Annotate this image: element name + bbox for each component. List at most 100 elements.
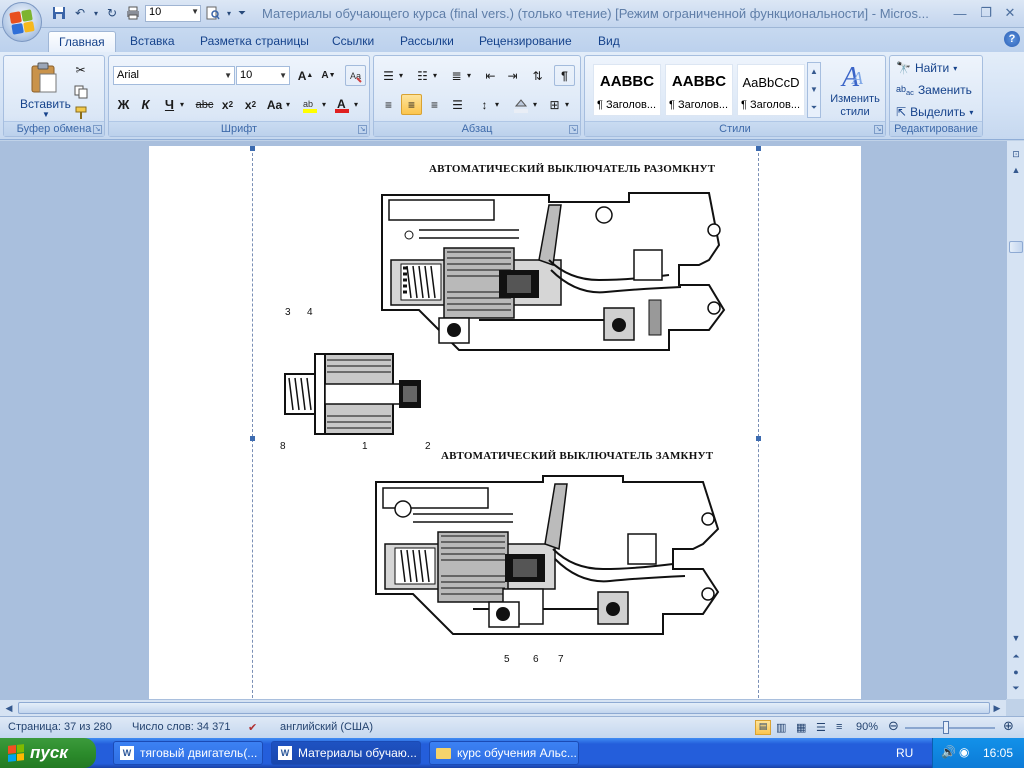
change-case-dropdown-icon[interactable]: ▾ xyxy=(283,94,293,115)
start-button[interactable]: пуск xyxy=(0,738,96,768)
scroll-up-icon[interactable]: ▲ xyxy=(1009,163,1023,177)
taskbar-item-word-2[interactable]: W Материалы обучаю... xyxy=(271,741,421,765)
draft-icon[interactable]: ≡ xyxy=(836,721,842,733)
select-button[interactable]: ⇱ Выделить ▾ xyxy=(896,103,973,121)
minimize-icon[interactable]: — xyxy=(948,4,972,22)
align-left-icon[interactable]: ≡ xyxy=(378,94,399,115)
help-icon[interactable]: ? xyxy=(1004,31,1020,47)
previous-page-icon[interactable]: ⏶ xyxy=(1009,649,1023,663)
bold-icon[interactable]: Ж xyxy=(113,94,134,115)
print-preview-icon[interactable] xyxy=(204,4,222,22)
redo-icon[interactable]: ↻ xyxy=(103,4,121,22)
document-page[interactable]: АВТОМАТИЧЕСКИЙ ВЫКЛЮЧАТЕЛЬ РАЗОМКНУТ 3 4… xyxy=(149,146,861,699)
tab-references[interactable]: Ссылки xyxy=(322,31,384,52)
restore-icon[interactable]: ❐ xyxy=(974,4,998,22)
customize-qat-icon[interactable]: ⏷ xyxy=(236,4,248,22)
zoom-out-icon[interactable]: ⊖ xyxy=(888,718,899,734)
save-icon[interactable] xyxy=(50,4,68,22)
vertical-scroll-thumb[interactable] xyxy=(1009,241,1023,253)
horizontal-scrollbar[interactable]: ◀ ▶ xyxy=(0,699,1006,716)
italic-icon[interactable]: К xyxy=(135,94,156,115)
style-heading-1[interactable]: AABBC ¶ Заголов... xyxy=(593,64,661,116)
replace-button[interactable]: abac Заменить xyxy=(896,81,972,99)
zoom-slider[interactable] xyxy=(905,727,995,729)
font-launcher-icon[interactable]: ↘ xyxy=(358,125,367,134)
highlight-dropdown-icon[interactable]: ▾ xyxy=(319,94,329,115)
language-bar[interactable]: RU xyxy=(896,746,913,760)
select-browse-object-icon[interactable]: ● xyxy=(1009,665,1023,679)
shrink-font-icon[interactable]: A ▼ xyxy=(318,65,339,86)
close-icon[interactable]: ✕ xyxy=(998,4,1022,22)
justify-icon[interactable]: ☰ xyxy=(447,94,468,115)
horizontal-scroll-thumb[interactable] xyxy=(18,702,990,714)
undo-dropdown-icon[interactable]: ▾ xyxy=(92,4,100,22)
tab-mailings[interactable]: Рассылки xyxy=(390,31,464,52)
web-layout-icon[interactable]: ▦ xyxy=(796,721,806,734)
scroll-left-icon[interactable]: ◀ xyxy=(2,701,16,715)
taskbar-item-folder[interactable]: курс обучения Альс... xyxy=(429,741,579,765)
sort-icon[interactable]: ⇅ xyxy=(527,65,548,86)
tab-review[interactable]: Рецензирование xyxy=(469,31,582,52)
font-color-icon[interactable]: A xyxy=(331,94,352,115)
taskbar-item-word-1[interactable]: W тяговый двигатель(... xyxy=(113,741,263,765)
align-center-icon[interactable]: ≡ xyxy=(401,94,422,115)
more-styles-icon[interactable]: ⏷ xyxy=(808,99,820,117)
tab-view[interactable]: Вид xyxy=(588,31,630,52)
word-count[interactable]: Число слов: 34 371 xyxy=(132,721,230,733)
tab-page-layout[interactable]: Разметка страницы xyxy=(190,31,319,52)
borders-dropdown-icon[interactable]: ▾ xyxy=(562,94,572,115)
increase-indent-icon[interactable]: ⇥ xyxy=(502,65,523,86)
line-spacing-dropdown-icon[interactable]: ▾ xyxy=(492,94,502,115)
tray-app-icon[interactable]: ◉ xyxy=(959,745,969,759)
shading-icon[interactable] xyxy=(510,94,531,115)
ruler-toggle-icon[interactable]: ⊡ xyxy=(1009,147,1023,161)
change-case-icon[interactable]: Aa xyxy=(264,94,285,115)
strikethrough-icon[interactable]: abc xyxy=(194,94,215,115)
decrease-indent-icon[interactable]: ⇤ xyxy=(480,65,501,86)
scroll-right-icon[interactable]: ▶ xyxy=(990,701,1004,715)
office-button[interactable] xyxy=(2,2,42,42)
resize-handle[interactable] xyxy=(756,146,761,151)
undo-icon[interactable]: ↶ xyxy=(71,4,89,22)
print-icon[interactable] xyxy=(124,4,142,22)
styles-scroller[interactable]: ▲ ▼ ⏷ xyxy=(807,62,821,118)
paragraph-launcher-icon[interactable]: ↘ xyxy=(569,125,578,134)
vertical-scrollbar[interactable]: ⊡ ▲ ▼ ⏶ ● ⏷ xyxy=(1006,141,1024,699)
zoom-combo[interactable]: 10 ▼ xyxy=(145,4,201,22)
tab-insert[interactable]: Вставка xyxy=(120,31,185,52)
cut-icon[interactable]: ✂ xyxy=(70,59,91,80)
styles-launcher-icon[interactable]: ↘ xyxy=(874,125,883,134)
resize-handle[interactable] xyxy=(756,436,761,441)
grow-font-icon[interactable]: A ▲ xyxy=(295,65,316,86)
change-styles-button[interactable]: A A Изменить стили xyxy=(825,60,883,120)
multilevel-dropdown-icon[interactable]: ▾ xyxy=(464,65,474,86)
tab-home[interactable]: Главная xyxy=(48,31,116,52)
chevron-up-icon[interactable]: ▲ xyxy=(808,63,820,81)
zoom-in-icon[interactable]: ⊕ xyxy=(1003,718,1014,734)
font-size-combo[interactable]: 10 ▼ xyxy=(236,66,290,85)
shading-dropdown-icon[interactable]: ▾ xyxy=(530,94,540,115)
speaker-icon[interactable]: 🔊 xyxy=(941,745,956,759)
find-button[interactable]: 🔭 Найти ▾ xyxy=(896,59,957,77)
align-right-icon[interactable]: ≡ xyxy=(424,94,445,115)
highlight-icon[interactable]: ab xyxy=(299,94,320,115)
resize-handle[interactable] xyxy=(250,146,255,151)
superscript-icon[interactable]: x2 xyxy=(240,94,261,115)
next-page-icon[interactable]: ⏷ xyxy=(1009,681,1023,695)
preview-dropdown-icon[interactable]: ▾ xyxy=(225,4,233,22)
paste-button[interactable]: Вставить ▼ xyxy=(14,60,74,120)
clear-formatting-icon[interactable]: Aa xyxy=(345,65,366,86)
language-indicator[interactable]: английский (США) xyxy=(280,721,373,733)
subscript-icon[interactable]: x2 xyxy=(217,94,238,115)
zoom-level[interactable]: 90% xyxy=(856,721,878,733)
print-layout-icon[interactable]: ▤ xyxy=(755,720,771,735)
font-color-dropdown-icon[interactable]: ▾ xyxy=(351,94,361,115)
bullets-dropdown-icon[interactable]: ▾ xyxy=(396,65,406,86)
zoom-slider-thumb[interactable] xyxy=(943,721,949,734)
style-heading-2[interactable]: AABBC ¶ Заголов... xyxy=(665,64,733,116)
show-marks-icon[interactable]: ¶ xyxy=(554,65,575,86)
copy-icon[interactable] xyxy=(70,81,91,102)
font-family-combo[interactable]: Arial ▼ xyxy=(113,66,235,85)
resize-handle[interactable] xyxy=(250,436,255,441)
outline-icon[interactable]: ☰ xyxy=(816,721,826,734)
